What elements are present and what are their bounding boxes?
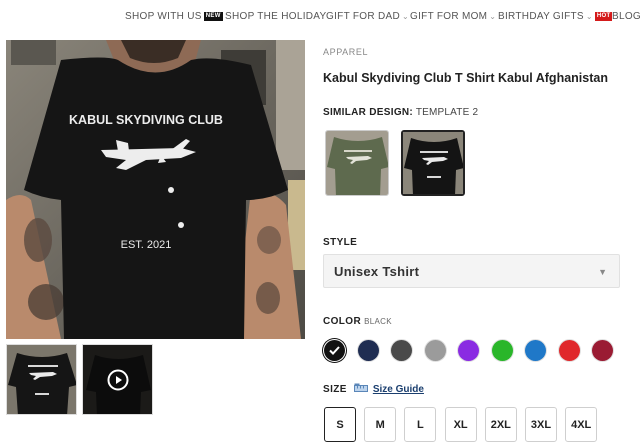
color-value: BLACK (364, 317, 392, 326)
similar-design-label: SIMILAR DESIGN: TEMPLATE 2 (323, 107, 478, 118)
color-swatch[interactable] (324, 340, 345, 361)
nav-gift-for-dad[interactable]: GIFT FOR DAD ⌄ (326, 11, 409, 22)
nav-label: SHOP THE HOLIDAY (225, 11, 327, 22)
caret-down-icon: ▼ (598, 267, 607, 277)
color-swatch[interactable] (592, 340, 613, 361)
product-title: Kabul Skydiving Club T Shirt Kabul Afgha… (323, 71, 608, 85)
nav-label: GIFT FOR MOM (410, 11, 488, 22)
nav-label: GIFT FOR DAD (326, 11, 400, 22)
ruler-icon[interactable] (353, 383, 368, 396)
tshirt-photo: KABUL SKYDIVING CLUB EST. 2021 (6, 40, 305, 339)
chevron-down-icon: ⌄ (401, 12, 409, 21)
play-icon[interactable] (107, 369, 129, 391)
nav-shop-with-us[interactable]: SHOP WITH US NEW (125, 11, 223, 22)
product-category[interactable]: APPAREL (323, 47, 368, 57)
style-select[interactable]: Unisex Tshirt ▼ (323, 254, 620, 288)
hot-badge: HOT (594, 12, 613, 21)
product-thumbnail[interactable] (6, 344, 77, 415)
check-icon (324, 340, 345, 361)
style-label: STYLE (323, 237, 358, 248)
size-option-m[interactable]: M (364, 407, 397, 442)
new-badge: NEW (203, 12, 223, 21)
similar-design-heading: SIMILAR DESIGN: (323, 107, 414, 118)
size-option-2xl[interactable]: 2XL (484, 407, 517, 442)
size-option-3xl[interactable]: 3XL (525, 407, 557, 442)
similar-design-option-black[interactable] (401, 130, 465, 196)
chevron-down-icon: ⌄ (585, 12, 593, 21)
size-option-4xl[interactable]: 4XL (565, 407, 598, 442)
color-swatch[interactable] (525, 340, 546, 361)
nav-label: BIRTHDAY GIFTS (498, 11, 584, 22)
nav-label: BLOG (612, 11, 640, 22)
nav-birthday-gifts[interactable]: BIRTHDAY GIFTS ⌄ HOT (498, 11, 613, 22)
similar-design-option-green[interactable] (325, 130, 389, 196)
color-label: COLOR BLACK (323, 316, 392, 327)
size-guide-link[interactable]: Size Guide (373, 384, 424, 395)
style-select-value: Unisex Tshirt (334, 264, 420, 279)
size-option-xl[interactable]: XL (444, 407, 477, 442)
product-video-thumbnail[interactable] (82, 344, 153, 415)
tshirt-thumbnail-image (7, 345, 76, 414)
shirt-text-bottom: EST. 2021 (121, 239, 172, 251)
nav-blog[interactable]: BLOG (612, 11, 640, 22)
color-heading: COLOR (323, 316, 362, 327)
nav-label: SHOP WITH US (125, 11, 202, 22)
color-swatch[interactable] (558, 340, 580, 361)
chevron-down-icon: ⌄ (489, 12, 497, 21)
color-swatch[interactable] (424, 340, 446, 361)
color-swatch[interactable] (391, 340, 412, 361)
color-swatch[interactable] (491, 340, 513, 361)
black-tshirt-image (403, 132, 463, 194)
nav-shop-the-holiday[interactable]: SHOP THE HOLIDAY (225, 11, 327, 22)
shirt-text-top: KABUL SKYDIVING CLUB (69, 113, 223, 127)
size-option-s[interactable]: S (324, 407, 356, 442)
similar-design-value: TEMPLATE 2 (415, 107, 479, 118)
top-navigation: SHOP WITH US NEW SHOP THE HOLIDAY GIFT FO… (0, 6, 640, 28)
size-label-row: SIZE Size Guide (323, 383, 424, 396)
green-tshirt-image (326, 131, 388, 195)
size-option-l[interactable]: L (404, 407, 437, 442)
color-swatch[interactable] (458, 340, 479, 361)
size-heading: SIZE (323, 384, 347, 395)
color-swatch[interactable] (357, 340, 379, 361)
main-product-image[interactable]: KABUL SKYDIVING CLUB EST. 2021 (6, 40, 305, 339)
nav-gift-for-mom[interactable]: GIFT FOR MOM ⌄ (410, 11, 496, 22)
